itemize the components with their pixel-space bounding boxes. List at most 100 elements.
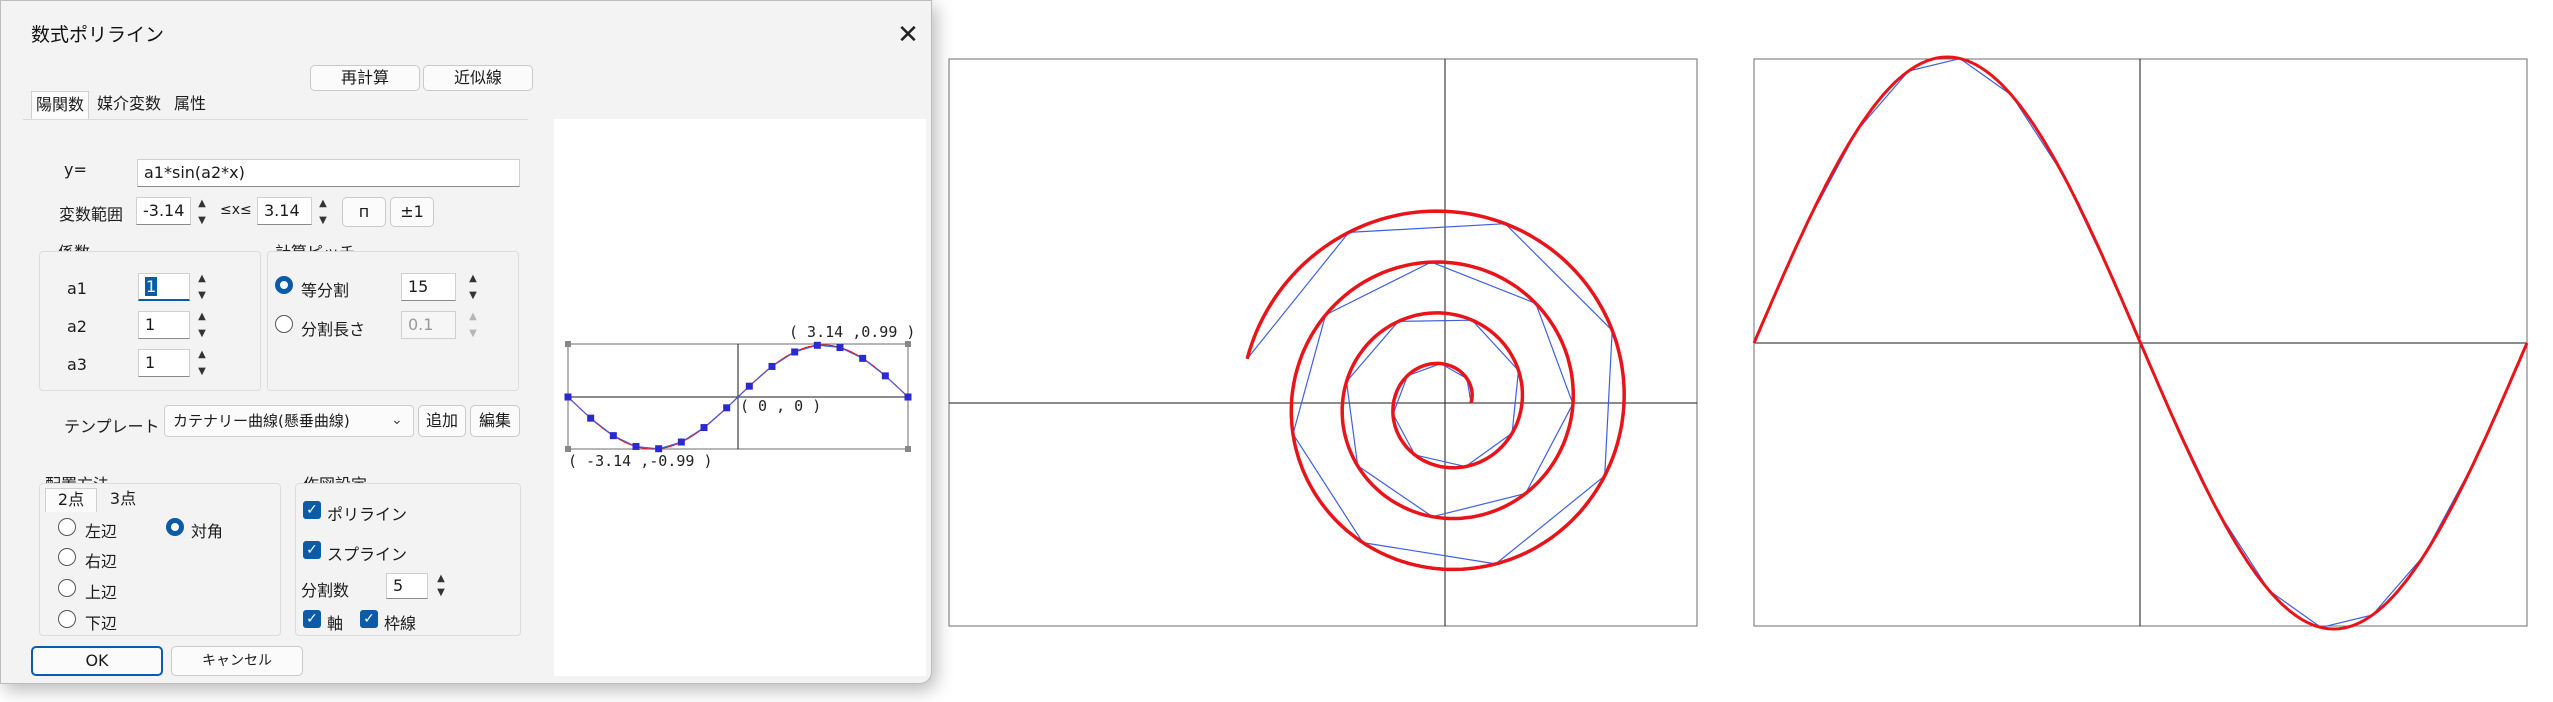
preview-point[interactable] (564, 393, 572, 401)
preview-point[interactable] (768, 362, 776, 370)
preview-point[interactable] (904, 393, 912, 401)
divisions-label: 分割数 (301, 581, 350, 600)
division-length-radio[interactable] (275, 315, 293, 333)
chevron-down-icon[interactable]: ▼ (192, 212, 212, 229)
chevron-up-icon[interactable]: ▲ (192, 270, 212, 287)
equal-division-stepper[interactable]: ▲ ▼ (463, 270, 483, 306)
recalculate-button[interactable]: 再計算 (310, 65, 420, 91)
range-label: 変数範囲 (59, 205, 124, 224)
chevron-down-icon[interactable]: ▼ (192, 287, 212, 304)
coefficient-a3-stepper[interactable]: ▲ ▼ (192, 346, 212, 382)
preview-point[interactable] (700, 424, 708, 432)
approximate-line-button[interactable]: 近似線 (423, 65, 533, 91)
chevron-down-icon[interactable]: ▼ (463, 287, 483, 304)
frame-checkbox[interactable]: ✓ (360, 610, 378, 628)
chevron-up-icon[interactable]: ▲ (313, 195, 333, 212)
equal-division-radio[interactable] (275, 276, 293, 294)
preview-point[interactable] (609, 432, 617, 440)
preview-min-label: ( -3.14 ,-0.99 ) (568, 452, 713, 470)
pi-range-button[interactable]: п (342, 197, 386, 227)
preview-point[interactable] (813, 341, 821, 349)
plus-minus-one-button[interactable]: ±1 (390, 197, 434, 227)
frame-handle[interactable] (905, 341, 911, 347)
preview-point[interactable] (677, 438, 685, 446)
ok-button[interactable]: OK (31, 646, 163, 676)
coefficient-a2-stepper[interactable]: ▲ ▼ (192, 308, 212, 344)
preview-point[interactable] (859, 354, 867, 362)
chevron-up-icon[interactable]: ▲ (192, 346, 212, 363)
divisions-stepper[interactable]: ▲ ▼ (431, 572, 451, 600)
axis-checkbox[interactable]: ✓ (303, 610, 321, 628)
drawing-sine-figure[interactable] (1750, 0, 2550, 697)
chevron-down-icon[interactable]: ▼ (313, 212, 333, 229)
chevron-up-icon[interactable]: ▲ (192, 308, 212, 325)
chevron-down-icon[interactable]: ▼ (192, 363, 212, 380)
range-max-input[interactable]: 3.14 (257, 197, 312, 225)
bottom-edge-radio[interactable] (58, 610, 76, 628)
frame-handle[interactable] (565, 341, 571, 347)
close-icon[interactable]: ✕ (888, 17, 928, 53)
tab-attributes[interactable]: 属性 (167, 91, 213, 119)
chevron-up-icon[interactable]: ▲ (463, 308, 483, 325)
tab-parametric[interactable]: 媒介変数 (93, 91, 165, 119)
preview-point[interactable] (587, 414, 595, 422)
chevron-down-icon[interactable]: ▼ (463, 325, 483, 342)
equal-division-input[interactable]: 15 (401, 273, 456, 301)
coefficient-a2-input[interactable]: 1 (138, 311, 190, 339)
template-edit-button[interactable]: 編集 (470, 405, 520, 437)
chevron-down-icon[interactable]: ⌄ (391, 412, 403, 428)
division-length-label: 分割長さ (301, 320, 366, 339)
diagonal-radio[interactable] (166, 518, 184, 536)
chevron-up-icon[interactable]: ▲ (463, 270, 483, 287)
formula-input[interactable]: a1*sin(a2*x) (137, 159, 520, 187)
top-edge-radio[interactable] (58, 579, 76, 597)
coefficient-a1-stepper[interactable]: ▲ ▼ (192, 270, 212, 306)
preview-point[interactable] (632, 442, 640, 450)
left-edge-radio[interactable] (58, 518, 76, 536)
range-max-stepper[interactable]: ▲ ▼ (313, 195, 333, 231)
division-length-input[interactable]: 0.1 (401, 311, 456, 339)
spiral-polyline (1246, 223, 1613, 565)
chevron-up-icon[interactable]: ▲ (192, 195, 212, 212)
chevron-down-icon[interactable]: ▼ (192, 325, 212, 342)
drawing-spiral-figure[interactable] (945, 0, 1715, 697)
cancel-button[interactable]: キャンセル (171, 646, 303, 676)
template-add-button[interactable]: 追加 (418, 405, 466, 437)
placement-tab-2pt[interactable]: 2点 (45, 488, 97, 512)
spline-checkbox[interactable]: ✓ (303, 541, 321, 559)
polyline-label: ポリライン (327, 505, 408, 524)
chevron-up-icon[interactable]: ▲ (431, 572, 451, 586)
frame-handle[interactable] (905, 446, 911, 452)
template-select[interactable]: カテナリー曲線(懸垂曲線) (164, 405, 414, 437)
preview-point[interactable] (745, 382, 753, 390)
equal-division-label: 等分割 (301, 281, 350, 300)
coefficient-a1-value: 1 (145, 277, 158, 296)
formula-polyline-dialog: 数式ポリライン ✕ 再計算 近似線 陽関数 媒介変数 属性 y= a1*sin(… (0, 0, 932, 684)
coefficient-a3-input[interactable]: 1 (138, 349, 190, 377)
coefficient-a2-label: a2 (67, 317, 87, 336)
tab-separator (23, 119, 528, 120)
division-length-stepper[interactable]: ▲ ▼ (463, 308, 483, 344)
right-edge-radio[interactable] (58, 548, 76, 566)
preview-point[interactable] (881, 372, 889, 380)
placement-tab-3pt[interactable]: 3点 (97, 488, 149, 512)
preview-max-label: ( 3.14 ,0.99 ) (789, 323, 915, 341)
preview-point[interactable] (723, 404, 731, 412)
frame-label: 枠線 (384, 614, 417, 633)
range-min-input[interactable]: -3.14 (136, 197, 191, 225)
preview-panel: ( 3.14 ,0.99 ) ( 0 , 0 ) ( -3.14 ,-0.99 … (554, 119, 926, 676)
preview-point[interactable] (836, 344, 844, 352)
range-min-stepper[interactable]: ▲ ▼ (192, 195, 212, 231)
coefficient-a1-input[interactable]: 1 (138, 273, 190, 301)
top-edge-label: 上辺 (85, 583, 118, 602)
template-label: テンプレート (64, 417, 160, 436)
tab-explicit-function[interactable]: 陽関数 (31, 91, 89, 119)
coefficient-a1-label: a1 (67, 279, 87, 298)
preview-point[interactable] (791, 348, 799, 356)
formula-label: y= (64, 160, 87, 179)
polyline-checkbox[interactable]: ✓ (303, 501, 321, 519)
chevron-down-icon[interactable]: ▼ (431, 586, 451, 600)
coefficient-a3-label: a3 (67, 355, 87, 374)
divisions-input[interactable]: 5 (386, 573, 428, 599)
dialog-title: 数式ポリライン (31, 24, 165, 46)
